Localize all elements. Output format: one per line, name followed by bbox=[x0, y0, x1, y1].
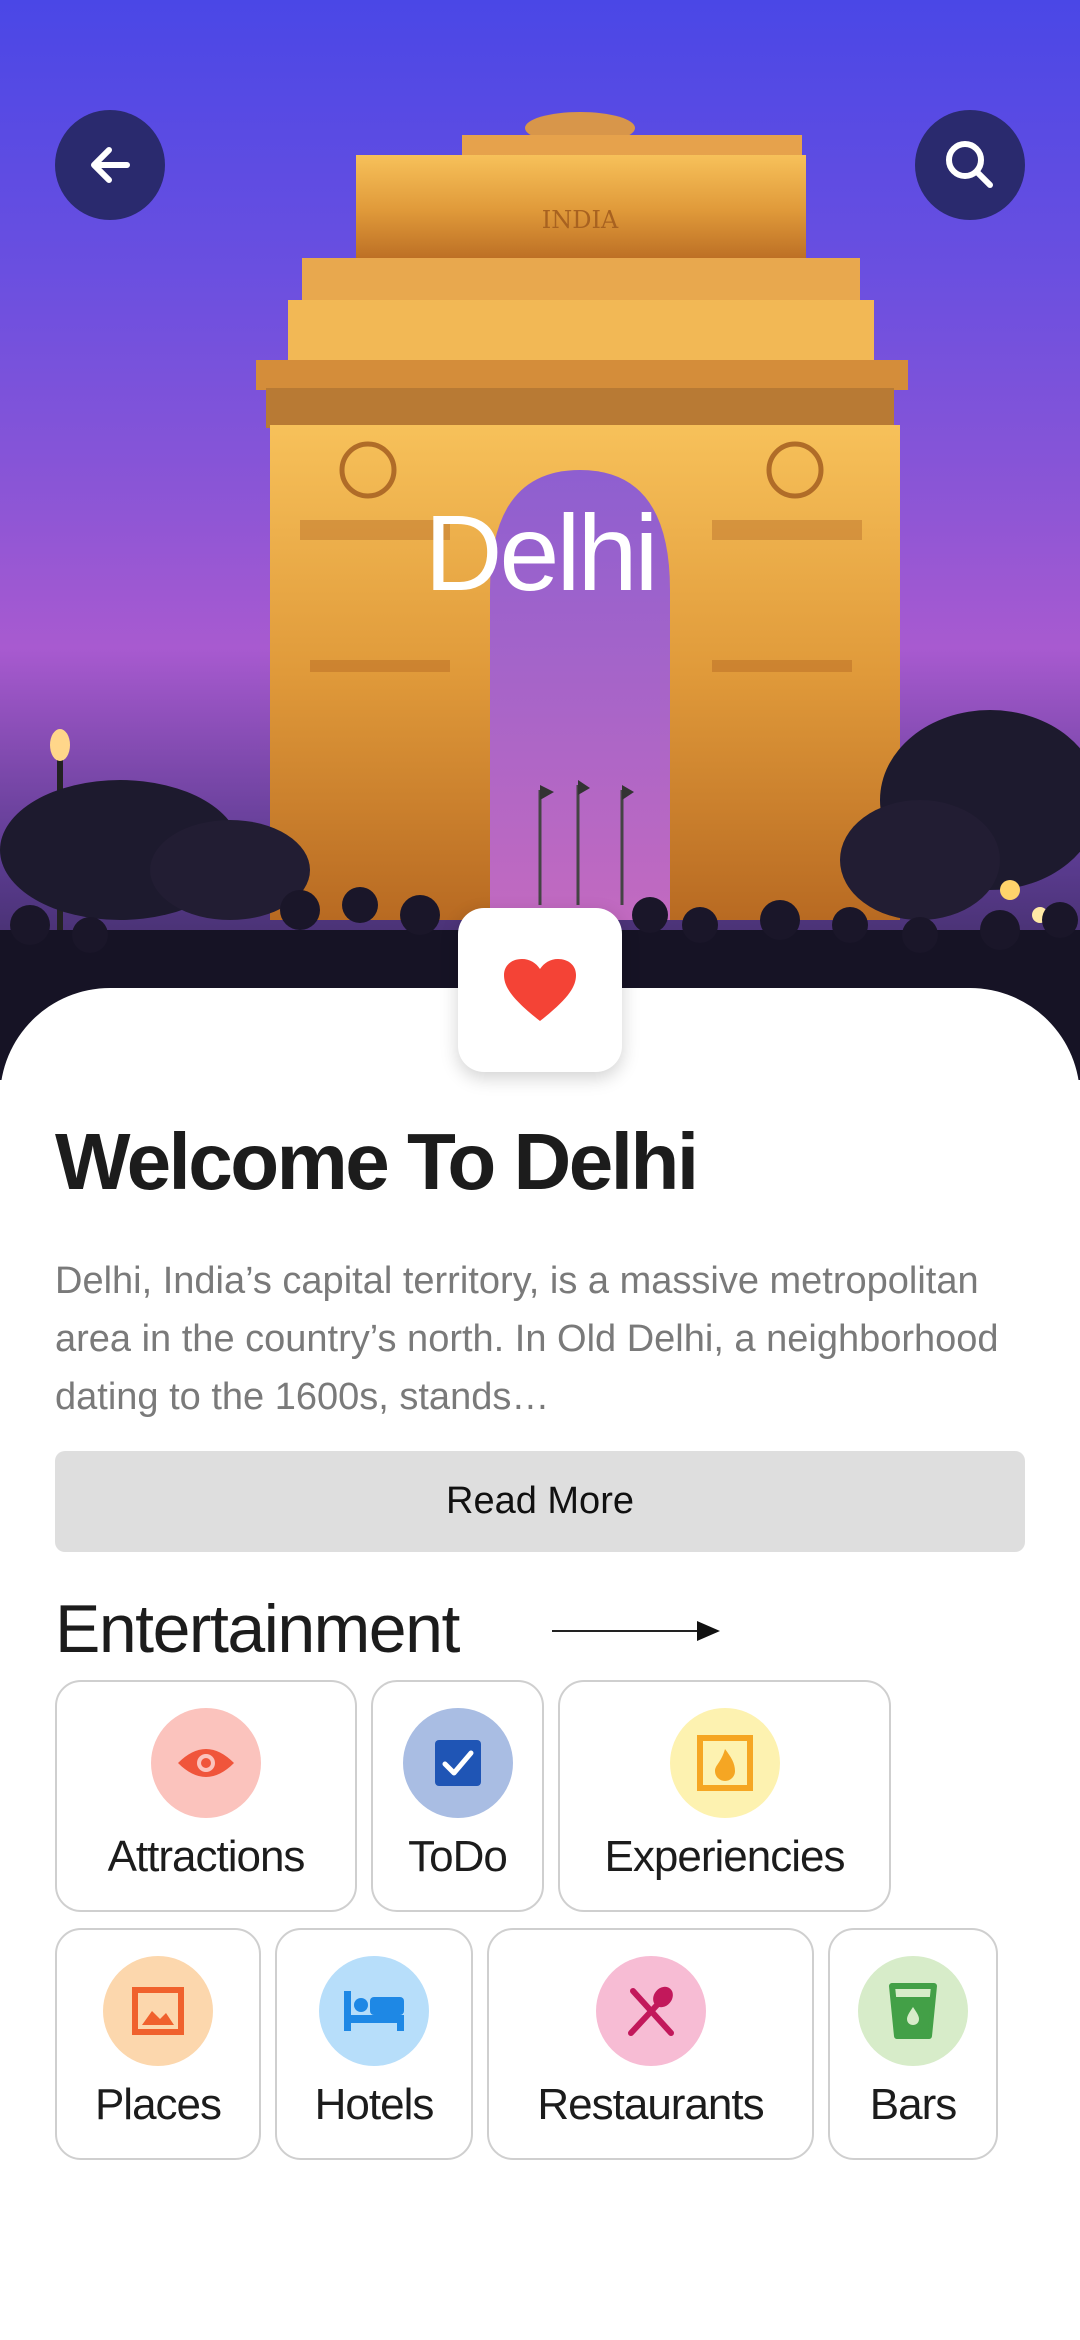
category-label: Places bbox=[94, 2080, 222, 2129]
category-label: Experiencies bbox=[604, 1832, 846, 1881]
category-label: ToDo bbox=[408, 1832, 508, 1881]
section-title-entertainment: Entertainment bbox=[55, 1591, 460, 1667]
category-label: Bars bbox=[869, 2080, 957, 2129]
arrow-right-icon[interactable] bbox=[552, 1616, 722, 1646]
category-label: Attractions bbox=[107, 1832, 306, 1881]
category-hotels[interactable]: Hotels bbox=[275, 1928, 473, 2160]
cup-icon bbox=[858, 1956, 968, 2066]
favorite-button[interactable] bbox=[458, 908, 622, 1072]
category-bars[interactable]: Bars bbox=[828, 1928, 998, 2160]
back-button[interactable] bbox=[55, 110, 165, 220]
search-button[interactable] bbox=[915, 110, 1025, 220]
city-description: Delhi, India’s capital territory, is a m… bbox=[55, 1260, 999, 1418]
category-label: Hotels bbox=[314, 2080, 435, 2129]
city-title: Delhi bbox=[424, 492, 658, 613]
page-title: Welcome To Delhi bbox=[55, 1117, 699, 1206]
read-more-button[interactable]: Read More bbox=[55, 1451, 1025, 1552]
category-todo[interactable]: ToDo bbox=[371, 1680, 544, 1912]
monument-inscription: INDIA bbox=[542, 206, 619, 234]
category-restaurants[interactable]: Restaurants bbox=[487, 1928, 814, 2160]
checkbox-icon bbox=[402, 1708, 513, 1818]
category-label: Restaurants bbox=[537, 2080, 764, 2129]
heart-icon bbox=[504, 959, 576, 1021]
fireplace-icon bbox=[669, 1708, 780, 1818]
category-attractions[interactable]: Attractions bbox=[55, 1680, 357, 1912]
arrow-left-icon bbox=[91, 147, 130, 183]
eye-icon bbox=[151, 1708, 261, 1818]
search-icon bbox=[946, 141, 993, 188]
bed-icon bbox=[319, 1956, 429, 2066]
category-places[interactable]: Places bbox=[55, 1928, 261, 2160]
category-experiencies[interactable]: Experiencies bbox=[558, 1680, 891, 1912]
utensils-icon bbox=[595, 1956, 706, 2066]
image-icon bbox=[103, 1956, 213, 2066]
